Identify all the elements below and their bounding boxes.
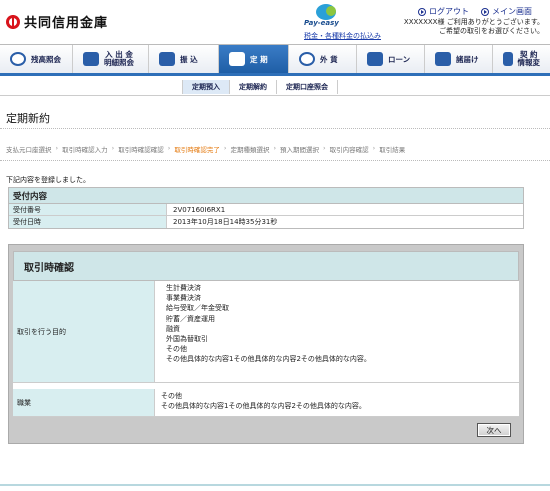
nav-foreign-currency[interactable]: 外 貨 bbox=[289, 45, 357, 73]
receipt-datetime-label: 受付日時 bbox=[9, 216, 167, 228]
greeting-line-2: ご希望の取引をお選びください。 bbox=[439, 27, 544, 35]
divider bbox=[0, 128, 550, 129]
payeasy-link[interactable]: 税金・各種料金の払込み bbox=[304, 31, 381, 41]
bank-name: 共同信用金庫 bbox=[24, 16, 109, 31]
bank-logo-icon bbox=[6, 14, 20, 29]
yen-icon bbox=[10, 52, 26, 66]
completion-message: 下記内容を登録しました。 bbox=[6, 176, 90, 184]
receipt-number-label: 受付番号 bbox=[9, 204, 167, 215]
nav-contract-label: 契 約 情報変 bbox=[518, 51, 541, 67]
nav-loan[interactable]: ローン bbox=[357, 45, 425, 73]
transfer-arrows-icon bbox=[83, 52, 99, 66]
purpose-value: 貯蓄／資産運用 bbox=[166, 314, 215, 323]
step-4-current: 取引時確認完了 bbox=[174, 146, 220, 154]
occupation-value: その他 bbox=[161, 392, 182, 400]
payeasy-name: Pay-easy bbox=[304, 19, 339, 27]
nav-statement-label-2: 明細照会 bbox=[104, 58, 134, 67]
receipt-number-value: 2V07160I6RX1 bbox=[173, 205, 226, 214]
purpose-value: その他 bbox=[166, 345, 187, 354]
purpose-label: 取引を行う目的 bbox=[13, 281, 155, 382]
purpose-values: 生計費決済 事業費決済 給与受取／年金受取 貯蓄／資産運用 融資 外国為替取引 … bbox=[155, 281, 519, 382]
nav-contract-label-2: 情報変 bbox=[517, 58, 541, 67]
purpose-value: 事業費決済 bbox=[166, 294, 201, 303]
nav-transfer[interactable]: 振 込 bbox=[149, 45, 219, 73]
nav-contract[interactable]: 契 約 情報変 bbox=[493, 45, 550, 73]
nav-time-deposit-label: 定 期 bbox=[250, 54, 268, 64]
header: 共同信用金庫 Pay-easy 税金・各種料金の払込み ログアウト メイン画面 … bbox=[0, 0, 550, 42]
logout-link[interactable]: ログアウト bbox=[418, 6, 469, 17]
transaction-confirmation-panel: 取引時確認 取引を行う目的 生計費決済 事業費決済 給与受取／年金受取 貯蓄／資… bbox=[8, 244, 524, 444]
table-row: 受付日時 2013年10月18日14時35分31秒 bbox=[9, 216, 523, 228]
step-5: 定期種類選択 bbox=[230, 146, 270, 154]
step-indicator: 支払元口座選択 › 取引時確認入力 › 取引時確認確認 › 取引時確認完了 › 定期種類… bbox=[6, 144, 406, 154]
arrow-circle-icon bbox=[418, 7, 426, 16]
subnav-account-inquiry[interactable]: 定期口座照会 bbox=[276, 80, 338, 94]
occupation-row: 職業 その他 その他具体的な内容1その他具体的な内容2その他具体的な内容。 bbox=[13, 389, 519, 417]
divider bbox=[0, 95, 550, 96]
nav-loan-label: ローン bbox=[388, 54, 411, 64]
purpose-value: 外国為替取引 bbox=[166, 335, 208, 344]
greeting: XXXXXXX様 ご利用ありがとうございます。 ご希望の取引をお選びください。 bbox=[404, 18, 544, 36]
receipt-table: 受付内容 受付番号 2V07160I6RX1 受付日時 2013年10月18日1… bbox=[8, 187, 524, 229]
step-6: 預入期間選択 bbox=[280, 146, 320, 154]
occupation-value: その他具体的な内容1その他具体的な内容2その他具体的な内容。 bbox=[161, 402, 366, 411]
nav-notifications[interactable]: 諸届け bbox=[425, 45, 493, 73]
subnav-cancel[interactable]: 定期解約 bbox=[229, 80, 276, 94]
occupation-values: その他 その他具体的な内容1その他具体的な内容2その他具体的な内容。 bbox=[155, 389, 519, 416]
nav-foreign-currency-label: 外 貨 bbox=[320, 54, 338, 64]
transfer-icon bbox=[159, 52, 175, 66]
main-screen-link[interactable]: メイン画面 bbox=[481, 6, 532, 17]
nav-notifications-label: 諸届け bbox=[456, 54, 479, 64]
receipt-datetime-value: 2013年10月18日14時35分31秒 bbox=[173, 218, 278, 226]
bank-logo[interactable]: 共同信用金庫 bbox=[6, 12, 108, 31]
arrow-circle-icon bbox=[481, 7, 489, 16]
occupation-label: 職業 bbox=[13, 389, 155, 416]
purpose-value: 給与受取／年金受取 bbox=[166, 304, 229, 313]
subnav-deposit[interactable]: 定期預入 bbox=[182, 80, 229, 94]
time-deposit-icon bbox=[229, 52, 245, 66]
step-1: 支払元口座選択 bbox=[6, 146, 52, 154]
page-title: 定期新約 bbox=[6, 112, 50, 125]
main-nav: 残高照会 入 出 金 明細照会 振 込 定 期 外 貨 ローン 諸届け 契 約 … bbox=[0, 44, 550, 76]
nav-balance-label: 残高照会 bbox=[31, 54, 61, 64]
nav-transfer-label: 振 込 bbox=[180, 54, 198, 64]
purpose-value: 生計費決済 bbox=[166, 284, 201, 292]
main-screen-label: メイン画面 bbox=[492, 7, 532, 16]
confirmation-title: 取引時確認 bbox=[13, 251, 519, 281]
nav-balance[interactable]: 残高照会 bbox=[0, 45, 73, 73]
dollar-icon bbox=[299, 52, 315, 66]
step-7: 取引内容確認 bbox=[329, 146, 369, 154]
purpose-value: その他具体的な内容1その他具体的な内容2その他具体的な内容。 bbox=[166, 355, 371, 364]
step-2: 取引時確認入力 bbox=[62, 146, 108, 154]
nav-time-deposit[interactable]: 定 期 bbox=[219, 45, 289, 73]
confirmation-footer: 次へ bbox=[13, 423, 519, 443]
purpose-row: 取引を行う目的 生計費決済 事業費決済 給与受取／年金受取 貯蓄／資産運用 融資… bbox=[13, 281, 519, 383]
nav-statement-label: 入 出 金 明細照会 bbox=[104, 51, 134, 67]
receipt-title: 受付内容 bbox=[9, 188, 523, 204]
table-row: 受付番号 2V07160I6RX1 bbox=[9, 204, 523, 216]
payeasy-banner[interactable]: Pay-easy 税金・各種料金の払込み bbox=[304, 4, 390, 40]
contract-icon bbox=[503, 52, 513, 66]
step-3: 取引時確認確認 bbox=[118, 146, 164, 154]
logout-label: ログアウト bbox=[429, 7, 469, 16]
next-button[interactable]: 次へ bbox=[477, 423, 511, 437]
nav-statement[interactable]: 入 出 金 明細照会 bbox=[73, 45, 149, 73]
purpose-value: 融資 bbox=[166, 324, 180, 333]
footer-divider bbox=[0, 484, 550, 486]
divider bbox=[0, 160, 550, 161]
sub-nav: 定期預入 定期解約 定期口座照会 bbox=[182, 80, 338, 94]
loan-icon bbox=[367, 52, 383, 66]
step-8: 取引結果 bbox=[379, 146, 406, 154]
greeting-line-1: XXXXXXX様 ご利用ありがとうございます。 bbox=[403, 18, 544, 26]
notification-icon bbox=[435, 52, 451, 66]
